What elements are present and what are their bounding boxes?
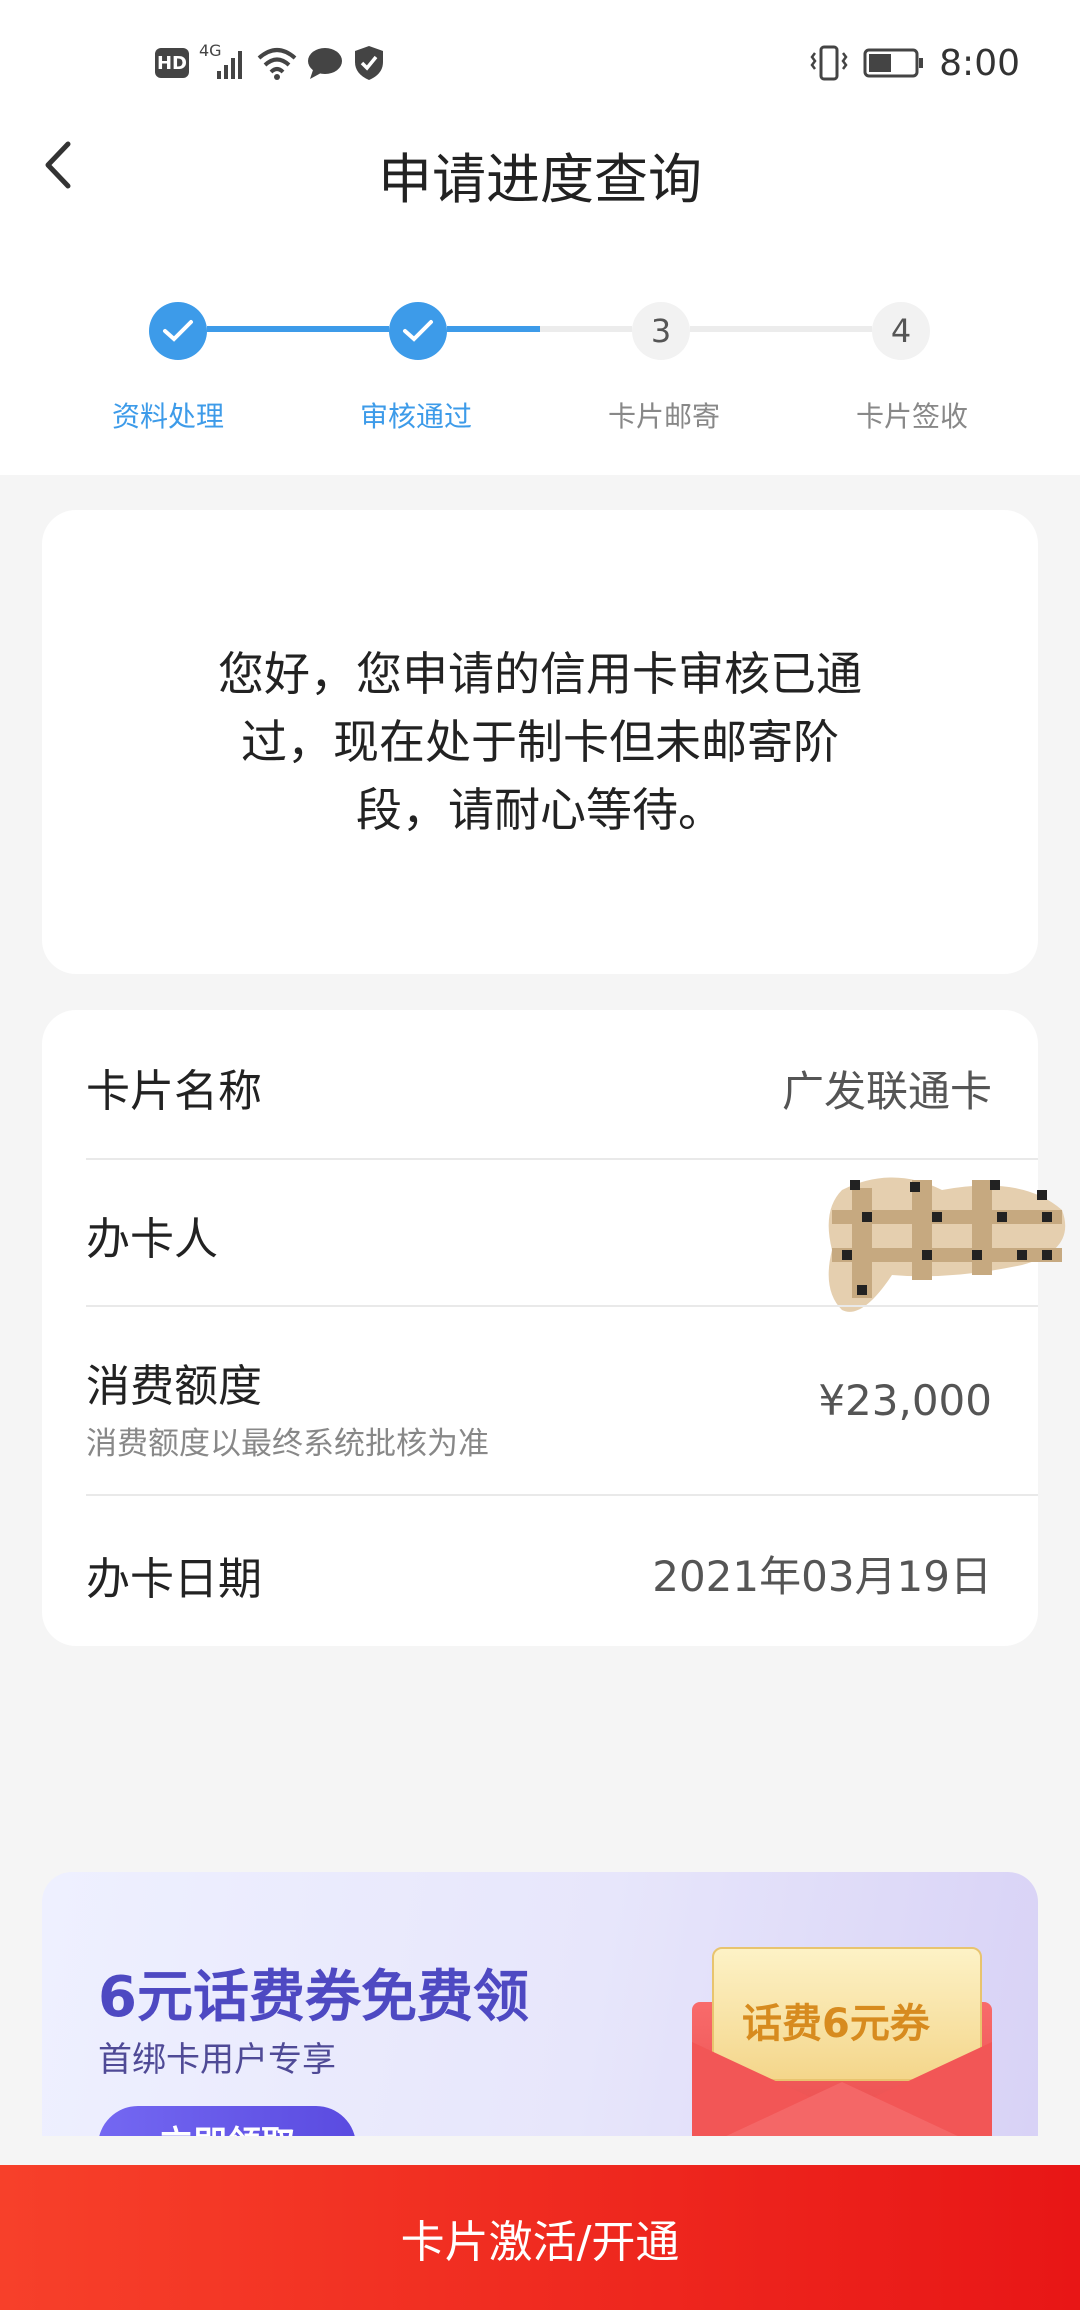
step-3-number: 3 <box>632 302 690 360</box>
hd-icon: HD <box>155 48 189 78</box>
wifi-icon <box>257 48 297 80</box>
limit-note: 消费额度以最终系统批核为准 <box>86 1426 489 1462</box>
status-bar: HD 4G 8:00 <box>0 0 1080 120</box>
claim-button[interactable]: 立即领取 <box>98 2106 356 2136</box>
step-connector-3 <box>690 326 872 332</box>
envelope-flap <box>692 2042 992 2136</box>
promo-subtitle: 首绑卡用户专享 <box>98 2040 336 2080</box>
holder-label: 办卡人 <box>86 1214 218 1265</box>
promo-banner[interactable]: 6元话费券免费领 首绑卡用户专享 立即领取 话费6元券 <box>42 1872 1038 2136</box>
activate-card-button[interactable]: 卡片激活/开通 <box>0 2165 1080 2310</box>
page-title: 申请进度查询 <box>378 148 702 211</box>
divider <box>86 1158 1038 1160</box>
date-label: 办卡日期 <box>86 1554 262 1605</box>
status-message-line1: 您好，您申请的信用卡审核已通 <box>218 647 862 701</box>
card-name-value: 广发联通卡 <box>781 1067 992 1116</box>
step-3-label: 卡片邮寄 <box>607 400 720 433</box>
step-1-label: 资料处理 <box>111 400 224 433</box>
limit-value: ¥23,000 <box>818 1376 992 1425</box>
message-icon <box>308 48 342 79</box>
date-value: 2021年03月19日 <box>652 1552 992 1601</box>
signal-icon: 4G <box>199 41 247 81</box>
step-4-label: 卡片签收 <box>855 400 968 433</box>
step-2-check-icon <box>389 302 447 360</box>
status-message: 您好，您申请的信用卡审核已通 过，现在处于制卡但未邮寄阶 段，请耐心等待。 <box>180 640 900 844</box>
vibrate-icon <box>810 45 848 81</box>
status-left: HD 4G <box>155 40 385 86</box>
step-2-label: 审核通过 <box>359 400 472 433</box>
status-right: 8:00 <box>809 38 1020 88</box>
card-name-label: 卡片名称 <box>86 1066 262 1117</box>
battery-icon <box>863 48 924 78</box>
status-message-line2: 过，现在处于制卡但未邮寄阶 <box>241 715 839 769</box>
clock: 8:00 <box>939 42 1020 84</box>
shield-icon <box>355 46 383 80</box>
status-message-line3: 段，请耐心等待。 <box>356 783 724 837</box>
step-connector-2-rest <box>540 326 632 332</box>
promo-title: 6元话费券免费领 <box>98 1965 529 2030</box>
step-4-number: 4 <box>872 302 930 360</box>
limit-label: 消费额度 <box>86 1361 262 1412</box>
step-connector-1 <box>207 326 389 332</box>
divider <box>86 1305 1038 1307</box>
step-connector-2 <box>447 326 540 332</box>
divider <box>86 1494 1038 1496</box>
step-1-check-icon <box>149 302 207 360</box>
